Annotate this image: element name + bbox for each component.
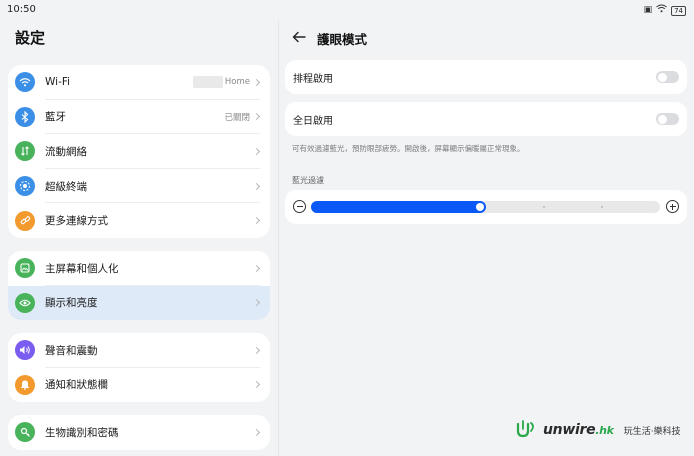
settings-title: 設定 bbox=[15, 29, 46, 47]
sidebar-item-wifi[interactable]: Wi-Fi Home bbox=[8, 65, 270, 100]
wifi-value: Home bbox=[224, 77, 250, 88]
sidebar-item-label: 聲音和震動 bbox=[45, 344, 98, 357]
eye-comfort-description: 可有效過濾藍光，預防眼部疲勞。開啟後，屏幕顯示偏暖屬正常現象。 bbox=[292, 144, 525, 153]
all-day-row: 全日啟用 bbox=[285, 102, 687, 136]
sidebar-item-mobile-network[interactable]: 流動網絡 bbox=[8, 134, 270, 169]
sidebar-item-bluetooth[interactable]: 藍牙 已關閉 bbox=[8, 100, 270, 135]
watermark-logo-text: unwire.hk bbox=[543, 422, 614, 438]
scheduled-toggle[interactable] bbox=[656, 71, 679, 83]
chevron-right-icon bbox=[252, 264, 261, 272]
settings-group-sound: 聲音和震動 通知和狀態欄 bbox=[8, 333, 270, 403]
sound-icon bbox=[15, 340, 35, 361]
chevron-right-icon bbox=[252, 182, 261, 190]
sidebar-item-label: 顯示和亮度 bbox=[45, 297, 98, 310]
sidebar-item-super-device[interactable]: 超級終端 bbox=[8, 169, 270, 204]
sidebar-item-label: Wi-Fi bbox=[45, 76, 71, 89]
mobile-network-icon bbox=[15, 141, 35, 162]
sidebar-item-label: 流動網絡 bbox=[45, 145, 87, 158]
sidebar-item-label: 更多連線方式 bbox=[45, 215, 108, 228]
sidebar-item-home-screen[interactable]: 主屏幕和個人化 bbox=[8, 251, 270, 286]
arrow-left-icon bbox=[292, 31, 306, 43]
sidebar-item-notifications[interactable]: 通知和狀態欄 bbox=[8, 368, 270, 403]
home-screen-icon bbox=[15, 258, 35, 279]
super-device-icon bbox=[15, 176, 35, 197]
sidebar-item-label: 藍牙 bbox=[45, 111, 66, 124]
slider-step-dot bbox=[601, 206, 603, 208]
increase-button[interactable] bbox=[666, 200, 679, 213]
chevron-right-icon bbox=[252, 147, 261, 156]
unwire-logo-icon bbox=[516, 420, 534, 438]
chevron-right-icon bbox=[252, 381, 261, 389]
settings-group-security: 生物識別和密碼 bbox=[8, 415, 270, 450]
chevron-right-icon bbox=[252, 346, 261, 354]
blue-light-label: 藍光過濾 bbox=[292, 176, 324, 185]
redacted-network-name bbox=[192, 76, 223, 89]
link-icon bbox=[15, 210, 35, 231]
chevron-right-icon bbox=[252, 428, 261, 436]
sidebar-item-label: 生物識別和密碼 bbox=[45, 426, 119, 439]
settings-group-connectivity: Wi-Fi Home 藍牙 已關閉 流動網絡 超級終端 更多連線方式 bbox=[8, 65, 270, 238]
sidebar-item-label: 通知和狀態欄 bbox=[45, 379, 108, 392]
chevron-right-icon bbox=[252, 113, 261, 121]
sidebar-item-label: 主屏幕和個人化 bbox=[45, 262, 119, 275]
watermark-tagline: 玩生活·樂科技 bbox=[623, 426, 681, 437]
back-button[interactable] bbox=[289, 27, 309, 47]
slider-thumb[interactable] bbox=[476, 203, 484, 211]
watermark: unwire.hk 玩生活·樂科技 bbox=[515, 420, 681, 440]
decrease-button[interactable] bbox=[293, 200, 306, 213]
blue-light-slider[interactable] bbox=[311, 201, 660, 213]
sidebar-item-display-brightness[interactable]: 顯示和亮度 bbox=[8, 285, 270, 321]
sidebar-item-more-connections[interactable]: 更多連線方式 bbox=[8, 203, 270, 238]
all-day-label: 全日啟用 bbox=[293, 115, 333, 127]
display-eye-icon bbox=[15, 292, 35, 313]
sidebar-item-sound[interactable]: 聲音和震動 bbox=[8, 333, 270, 368]
wifi-icon bbox=[15, 72, 35, 93]
chevron-right-icon bbox=[252, 217, 261, 225]
bell-icon bbox=[15, 374, 35, 395]
bluetooth-value: 已關閉 bbox=[224, 112, 250, 123]
all-day-toggle[interactable] bbox=[656, 113, 679, 125]
eye-comfort-pane: 護眼模式 排程啟用 全日啟用 可有效過濾藍光，預防眼部疲勞。開啟後，屏幕顯示偏暖… bbox=[279, 0, 694, 456]
chevron-right-icon bbox=[252, 299, 261, 307]
scheduled-label: 排程啟用 bbox=[293, 73, 333, 85]
chevron-right-icon bbox=[252, 78, 261, 86]
blue-light-slider-card bbox=[285, 190, 687, 224]
page-title: 護眼模式 bbox=[317, 32, 368, 47]
slider-fill bbox=[311, 201, 486, 213]
bluetooth-icon bbox=[15, 106, 35, 127]
scheduled-row: 排程啟用 bbox=[285, 60, 687, 94]
settings-group-display: 主屏幕和個人化 顯示和亮度 bbox=[8, 251, 270, 321]
slider-step-dot bbox=[543, 206, 545, 208]
sidebar-item-label: 超級終端 bbox=[45, 180, 87, 193]
sidebar-item-biometrics[interactable]: 生物識別和密碼 bbox=[8, 415, 270, 450]
settings-pane: 設定 Wi-Fi Home 藍牙 已關閉 流動網絡 超級終端 更多連線方式 主屏… bbox=[0, 0, 278, 456]
key-icon bbox=[15, 422, 35, 443]
